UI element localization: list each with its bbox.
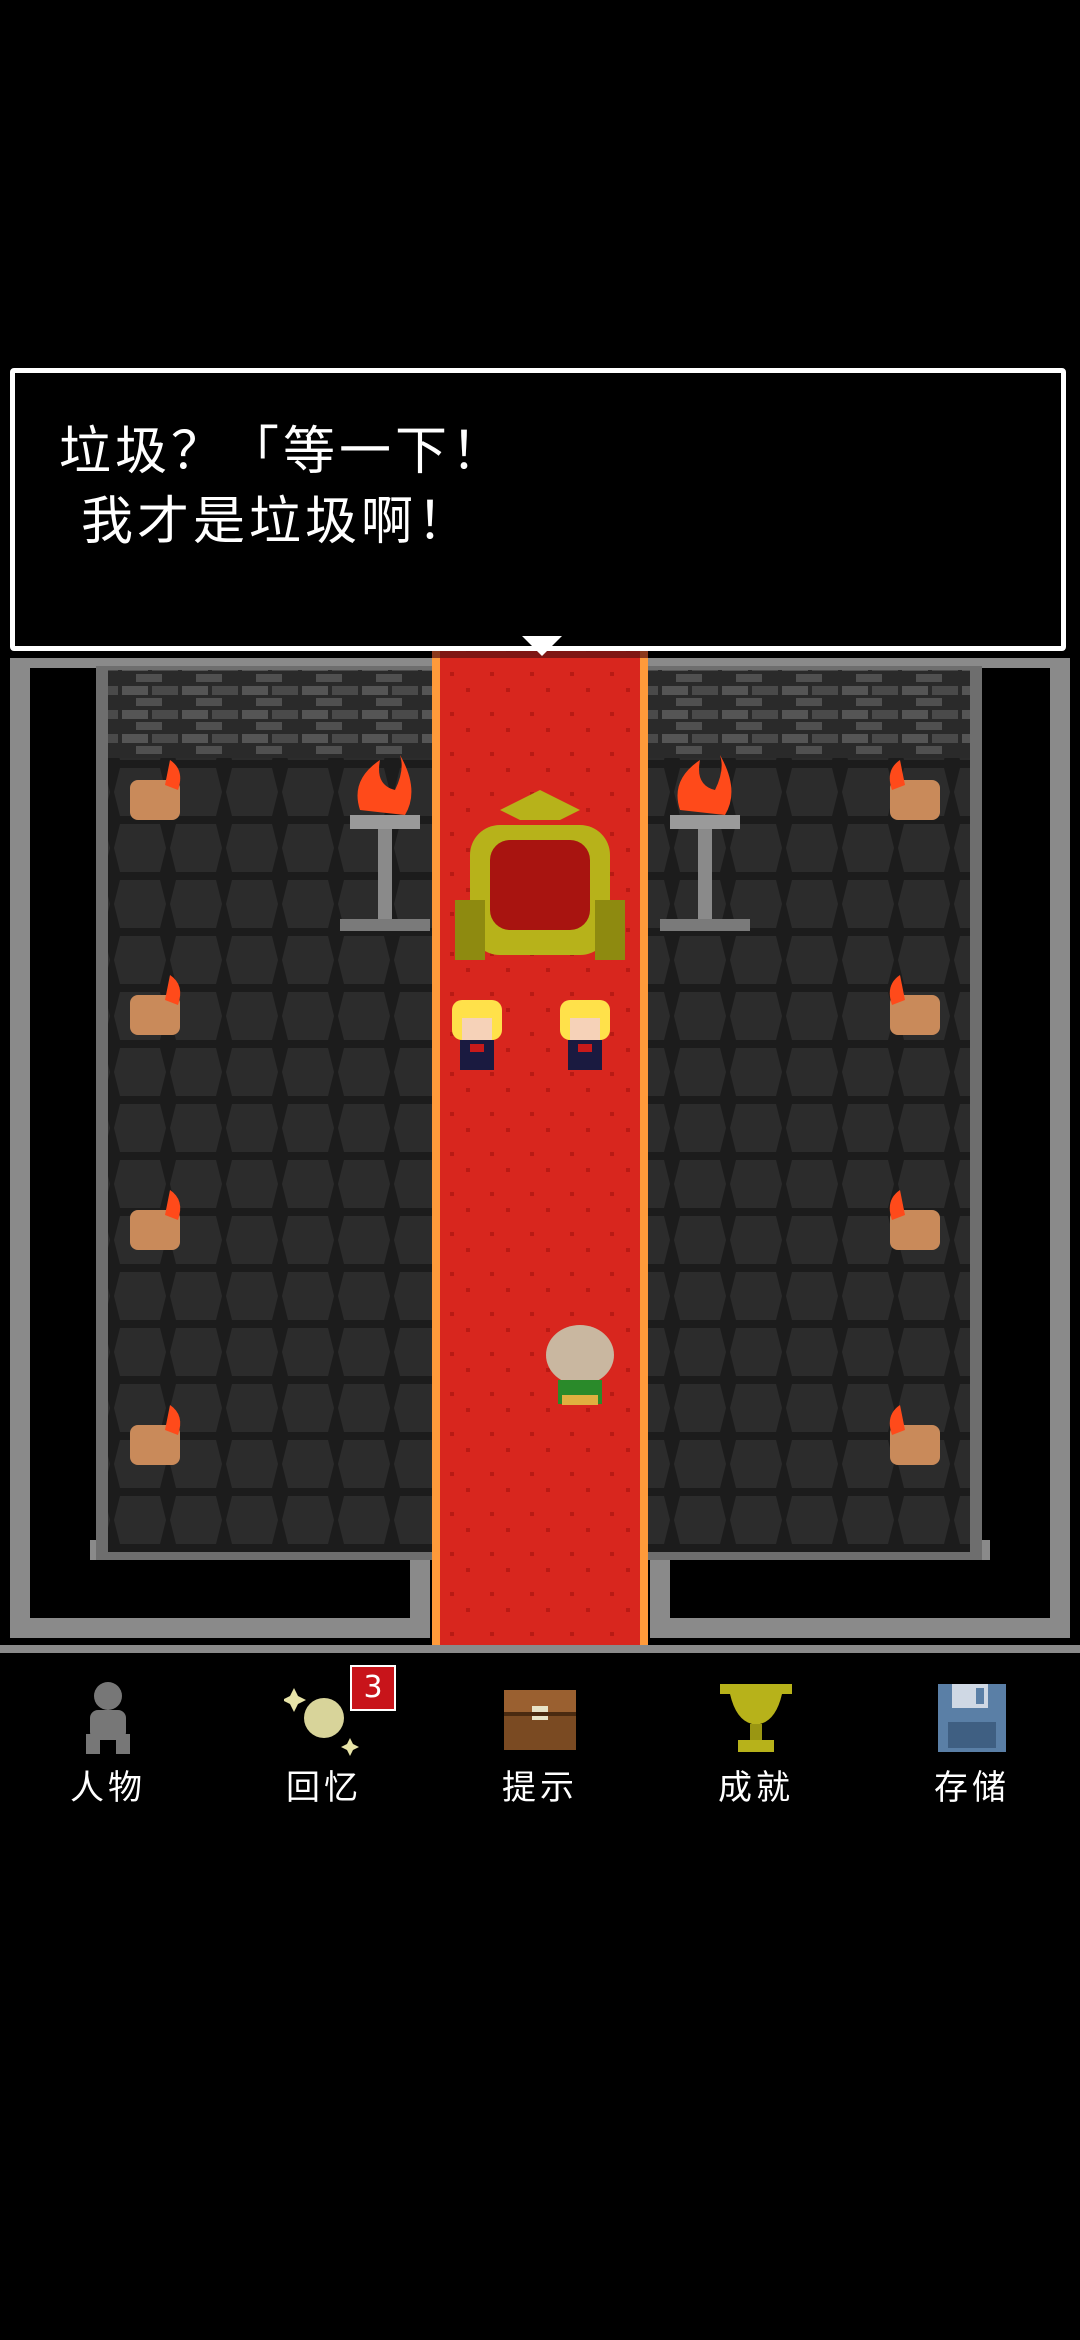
- next-indicator-icon[interactable]: [518, 632, 566, 660]
- menu-label-hint: 提示: [502, 1768, 578, 1808]
- memory-count-badge: 3: [350, 1665, 396, 1711]
- menu-label-character: 人物: [70, 1768, 146, 1808]
- menu-item-hint[interactable]: 提示: [432, 1660, 648, 1810]
- menu-divider: [0, 1645, 1080, 1653]
- dialog-line-1: 垃圾？「等一下！: [59, 422, 508, 482]
- dialog-line-2: 我才是垃圾啊！: [81, 492, 474, 552]
- character-silhouette-icon: [86, 1682, 130, 1754]
- red-carpet: [432, 540, 648, 1645]
- floppy-disk-icon: [938, 1684, 1006, 1752]
- menu-item-save[interactable]: 存储: [864, 1660, 1080, 1810]
- menu-item-memory[interactable]: 回忆: [216, 1660, 432, 1810]
- bottom-menu: 人物 回忆 提示 成就 存储: [0, 1660, 1080, 1820]
- trophy-icon: [720, 1684, 792, 1752]
- menu-item-character[interactable]: 人物: [0, 1660, 216, 1810]
- menu-item-achievement[interactable]: 成就: [648, 1660, 864, 1810]
- dialog-box[interactable]: 垃圾？「等一下！ 我才是垃圾啊！: [10, 368, 1066, 651]
- treasure-chest-icon: [504, 1690, 576, 1750]
- menu-label-memory: 回忆: [286, 1768, 362, 1808]
- menu-label-achievement: 成就: [718, 1768, 794, 1808]
- throne-room-scene: [0, 540, 1080, 1645]
- menu-label-save: 存储: [934, 1768, 1010, 1808]
